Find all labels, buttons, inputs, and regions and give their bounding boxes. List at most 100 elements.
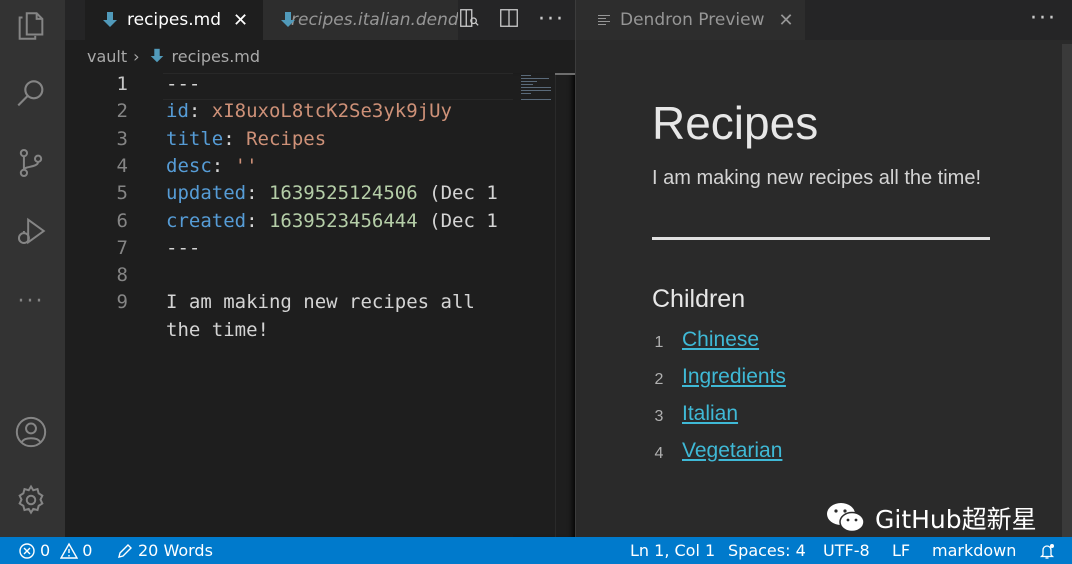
editor-actions: ···: [458, 0, 565, 40]
breadcrumb-file[interactable]: recipes.md: [172, 47, 260, 66]
watermark: GitHub超新星: [825, 500, 1037, 536]
warning-icon: [60, 542, 79, 559]
line-number: 1: [116, 73, 128, 95]
code-token: :: [223, 127, 247, 150]
code-line[interactable]: 7 ---: [65, 237, 513, 264]
code-token: Recipes: [246, 127, 327, 150]
tab-recipes-italian[interactable]: recipes.italian.dendron.md: [263, 0, 458, 40]
code-token: ---: [166, 236, 201, 259]
line-number: 3: [116, 127, 128, 150]
child-link-ingredients[interactable]: Ingredients: [682, 365, 786, 389]
word-count-status[interactable]: 20 Words: [116, 537, 213, 564]
code-editor[interactable]: 1 --- 2 id: xI8uxoL8tcK2Se3yk9jUy 3 title: Re…: [65, 73, 513, 537]
code-line[interactable]: 8: [65, 264, 513, 291]
line-number: 2: [116, 100, 128, 123]
code-token: :: [211, 154, 235, 177]
preview-tab-bar: Dendron Preview ✕ ···: [576, 0, 1072, 40]
markdown-file-icon: [103, 12, 117, 28]
code-line[interactable]: 2 id: xI8uxoL8tcK2Se3yk9jUy: [65, 100, 513, 127]
code-line[interactable]: 4 desc: '': [65, 155, 513, 182]
list-number: 4: [654, 445, 664, 462]
list-number: 1: [654, 334, 664, 351]
code-line[interactable]: 5 updated: 1639525124506 (Dec 1: [65, 182, 513, 209]
problems-status[interactable]: 0 0: [18, 537, 92, 564]
notifications-bell-icon[interactable]: [1038, 537, 1056, 564]
preview-title: Recipes: [652, 97, 819, 149]
line-text: title: Recipes: [166, 128, 326, 150]
code-token: ---: [166, 73, 201, 95]
preview-scrollbar[interactable]: [1062, 44, 1072, 537]
more-actions-icon[interactable]: ···: [538, 9, 565, 31]
editor-scrollbar[interactable]: [555, 73, 556, 537]
language-mode-status[interactable]: markdown: [932, 537, 1016, 564]
wechat-logo-icon: [827, 503, 865, 533]
status-bar: 0 0 20 Words Ln 1, Col 1 Spaces: 4 UTF-8…: [0, 537, 1072, 564]
line-text: id: xI8uxoL8tcK2Se3yk9jUy: [166, 100, 452, 122]
editor-group: recipes.md ✕ recipes.italian.dendron.md …: [65, 0, 575, 537]
line-text: ---: [166, 237, 200, 259]
list-number: 2: [654, 371, 664, 388]
eol-status[interactable]: LF: [892, 537, 910, 564]
code-token: (Dec 1: [417, 209, 498, 232]
code-line[interactable]: 3 title: Recipes: [65, 128, 513, 155]
code-line[interactable]: the time!: [65, 319, 513, 346]
explorer-icon[interactable]: [13, 8, 49, 44]
minimap[interactable]: [513, 73, 575, 537]
tab-recipes-md[interactable]: recipes.md ✕: [85, 0, 263, 40]
child-link-italian[interactable]: Italian: [682, 402, 738, 426]
code-token: :: [246, 182, 269, 205]
source-control-icon[interactable]: [13, 145, 49, 181]
breadcrumb-root[interactable]: vault: [87, 47, 127, 66]
code-token: 1639525124506: [268, 182, 418, 205]
code-token: '': [234, 154, 258, 177]
tab-label: recipes.md: [127, 10, 222, 30]
open-preview-icon[interactable]: [458, 7, 480, 33]
preview-body-text: I am making new recipes all the time!: [652, 167, 982, 189]
account-icon[interactable]: [13, 414, 49, 450]
child-link-vegetarian[interactable]: Vegetarian: [682, 439, 782, 463]
code-token: 1639523456444: [268, 209, 418, 232]
more-actions-icon[interactable]: ···: [1030, 6, 1057, 31]
error-icon: [19, 542, 35, 559]
pencil-icon: [118, 543, 132, 558]
tab-label: Dendron Preview: [620, 10, 765, 30]
encoding-status[interactable]: UTF-8: [823, 537, 870, 564]
code-line[interactable]: 6 created: 1639523456444 (Dec 1: [65, 210, 513, 237]
line-text: created: 1639523456444 (Dec 1: [166, 210, 498, 232]
markdown-file-icon: [150, 48, 163, 63]
code-token: (Dec 1: [417, 182, 498, 205]
code-line[interactable]: 1 ---: [65, 73, 513, 100]
line-number: 6: [116, 209, 128, 232]
line-text: the time!: [166, 319, 269, 341]
scrollbar-thumb[interactable]: [555, 73, 575, 75]
editor-tab-bar: recipes.md ✕ recipes.italian.dendron.md …: [65, 0, 575, 40]
run-debug-icon[interactable]: [13, 213, 49, 249]
tab-label: recipes.italian.dendron.md: [291, 10, 458, 30]
code-token: :: [188, 100, 212, 123]
code-token: the time!: [166, 318, 269, 341]
cursor-position-status[interactable]: Ln 1, Col 1: [630, 537, 715, 564]
settings-gear-icon[interactable]: [13, 482, 49, 518]
line-number: 5: [116, 182, 128, 205]
horizontal-rule: [652, 237, 990, 240]
preview-pane: Dendron Preview ✕ ··· Recipes I am makin…: [575, 0, 1072, 537]
breadcrumb-separator: ›: [133, 46, 140, 66]
code-token: :: [246, 209, 269, 232]
close-tab-icon[interactable]: ✕: [778, 10, 793, 31]
tab-dendron-preview[interactable]: Dendron Preview ✕: [576, 0, 805, 40]
code-line[interactable]: 9 I am making new recipes all: [65, 291, 513, 318]
split-editor-icon[interactable]: [498, 7, 520, 33]
breadcrumb: vault › recipes.md: [65, 40, 575, 72]
code-token: I am making new recipes all: [166, 291, 475, 314]
more-icon[interactable]: ···: [13, 283, 49, 319]
warning-count: 0: [82, 541, 93, 560]
line-number: 9: [116, 291, 128, 314]
search-icon[interactable]: [13, 76, 49, 112]
watermark-text: GitHub超新星: [875, 505, 1037, 534]
code-token: updated: [166, 182, 247, 205]
word-count: 20 Words: [138, 541, 213, 560]
indentation-status[interactable]: Spaces: 4: [728, 537, 806, 564]
close-tab-icon[interactable]: ✕: [233, 10, 248, 31]
child-link-chinese[interactable]: Chinese: [682, 328, 759, 352]
error-count: 0: [40, 541, 51, 560]
